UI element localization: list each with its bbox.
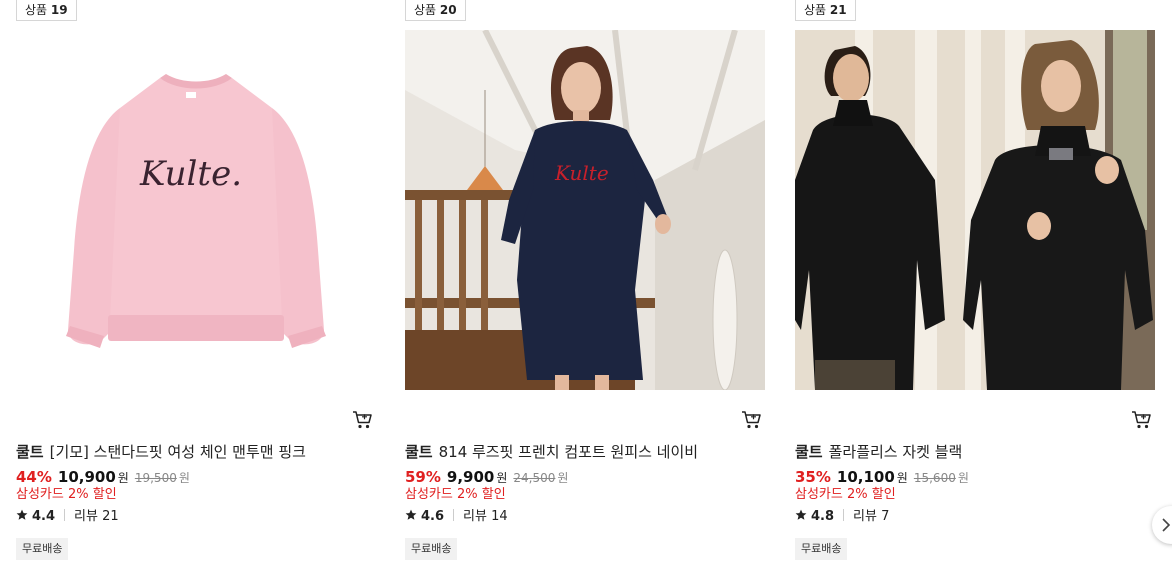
discount-rate: 44% — [16, 468, 52, 486]
discount-rate: 35% — [795, 468, 831, 486]
discount-rate: 59% — [405, 468, 441, 486]
pink-sweatshirt-image: Kulte. — [60, 30, 332, 390]
rating-value: 4.6 — [421, 509, 445, 524]
original-price: 24,500 — [513, 471, 556, 485]
rating-value: 4.4 — [32, 509, 56, 524]
original-price: 19,500 — [134, 471, 177, 485]
rank-label: 상품 — [804, 3, 827, 17]
rating-row: 4.6 리뷰 14 — [405, 507, 508, 527]
rank-badge: 상품 20 — [405, 0, 466, 21]
review-count: 7 — [881, 509, 890, 524]
star-icon — [795, 509, 807, 520]
add-to-cart-button[interactable] — [741, 410, 763, 430]
currency: 원 — [896, 471, 908, 485]
rank-badge: 상품 19 — [16, 0, 77, 21]
free-shipping-badge: 무료배송 — [405, 538, 458, 560]
navy-dress-image: Kulte — [405, 30, 765, 390]
divider — [843, 509, 845, 521]
rank-number: 21 — [829, 3, 847, 17]
sale-price: 10,900 — [57, 468, 116, 486]
currency: 원 — [496, 471, 508, 485]
product-image[interactable]: Kulte. — [60, 30, 332, 390]
product-card[interactable]: 상품 21 쿨트 폴라플리스 자켓 블랙 35% 10,100 원 15,600… — [795, 0, 1167, 562]
rank-number: 20 — [439, 3, 457, 17]
review-label: 리뷰 — [853, 509, 877, 524]
review-label: 리뷰 — [463, 509, 487, 524]
product-title[interactable]: 쿨트 814 루즈핏 프렌치 컴포트 원피스 네이비 — [405, 441, 777, 463]
card-benefit: 삼성카드 2% 할인 — [16, 487, 117, 502]
add-to-cart-button[interactable] — [352, 410, 374, 430]
rank-number: 19 — [50, 3, 68, 17]
card-benefit: 삼성카드 2% 할인 — [795, 487, 896, 502]
brand-name: 쿨트 — [795, 443, 823, 461]
sale-price: 10,100 — [836, 468, 895, 486]
original-currency: 원 — [178, 471, 190, 485]
product-name: 폴라플리스 자켓 블랙 — [828, 443, 963, 461]
rank-label: 상품 — [25, 3, 48, 17]
free-shipping-badge: 무료배송 — [16, 538, 69, 560]
product-grid: 상품 19 Kulte. 쿨트 [기모] 스탠다드핏 여성 체인 맨투맨 핑크 … — [0, 0, 1172, 562]
review-count: 14 — [491, 509, 508, 524]
sale-price: 9,900 — [446, 468, 495, 486]
product-card[interactable]: 상품 19 Kulte. 쿨트 [기모] 스탠다드핏 여성 체인 맨투맨 핑크 … — [16, 0, 388, 562]
rank-badge: 상품 21 — [795, 0, 856, 21]
original-price: 15,600 — [913, 471, 956, 485]
black-fleece-jacket-image — [795, 30, 1155, 390]
free-shipping-badge: 무료배송 — [795, 538, 848, 560]
original-currency: 원 — [557, 471, 569, 485]
product-image[interactable]: Kulte — [405, 30, 765, 390]
card-benefit: 삼성카드 2% 할인 — [405, 487, 506, 502]
shopping-cart-icon — [1132, 411, 1151, 429]
star-icon — [405, 509, 417, 520]
product-card[interactable]: 상품 20 Kulte 쿨트 814 루즈핏 프렌치 컴포트 원피스 네이비 5… — [405, 0, 777, 562]
review-count: 21 — [102, 509, 119, 524]
kulte-logo: Kulte — [554, 161, 609, 185]
shopping-cart-icon — [742, 411, 761, 429]
brand-name: 쿨트 — [405, 443, 433, 461]
rating-value: 4.8 — [811, 509, 835, 524]
currency: 원 — [117, 471, 129, 485]
product-image[interactable] — [795, 30, 1155, 390]
product-name: 814 루즈핏 프렌치 컴포트 원피스 네이비 — [438, 443, 699, 461]
product-title[interactable]: 쿨트 [기모] 스탠다드핏 여성 체인 맨투맨 핑크 — [16, 441, 388, 463]
product-title[interactable]: 쿨트 폴라플리스 자켓 블랙 — [795, 441, 1167, 463]
rank-label: 상품 — [414, 3, 437, 17]
original-currency: 원 — [957, 471, 969, 485]
divider — [453, 509, 455, 521]
kulte-logo: Kulte. — [139, 154, 242, 194]
brand-name: 쿨트 — [16, 443, 44, 461]
review-label: 리뷰 — [74, 509, 98, 524]
star-icon — [16, 509, 28, 520]
product-name: [기모] 스탠다드핏 여성 체인 맨투맨 핑크 — [49, 443, 306, 461]
shopping-cart-icon — [353, 411, 372, 429]
rating-row: 4.8 리뷰 7 — [795, 507, 889, 527]
divider — [64, 509, 66, 521]
add-to-cart-button[interactable] — [1131, 410, 1153, 430]
rating-row: 4.4 리뷰 21 — [16, 507, 119, 527]
chevron-right-icon — [1162, 518, 1171, 532]
